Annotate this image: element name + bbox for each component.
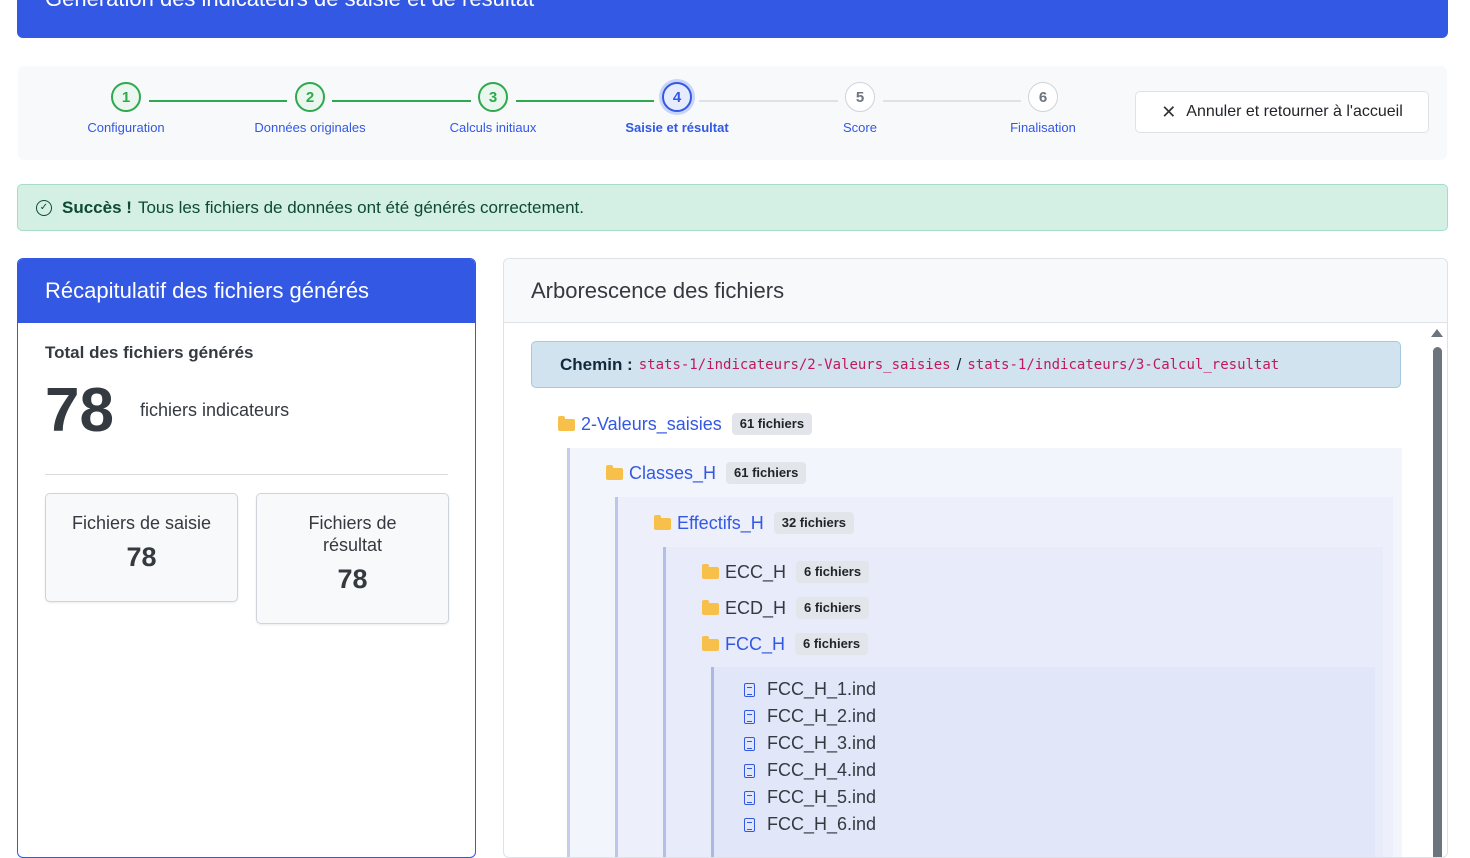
file-name: FCC_H_3.ind bbox=[767, 733, 877, 753]
step-saisie-et-resultat[interactable]: 4 Saisie et résultat bbox=[577, 82, 777, 135]
folder-name: ECC_H bbox=[725, 561, 787, 582]
file-count-badge: 32 fichiers bbox=[773, 512, 855, 534]
step-number: 1 bbox=[111, 82, 141, 112]
folder-row-classes-h[interactable]: Classes_H 61 fichiers bbox=[606, 462, 807, 484]
file-row[interactable]: FCC_H_6.ind bbox=[744, 814, 876, 835]
file-row[interactable]: FCC_H_3.ind bbox=[744, 733, 876, 754]
file-count-badge: 6 fichiers bbox=[796, 561, 870, 583]
step-number: 5 bbox=[845, 82, 875, 112]
summary-card: Récapitulatif des fichiers générés Total… bbox=[17, 258, 476, 858]
file-row[interactable]: FCC_H_1.ind bbox=[744, 679, 876, 700]
file-row[interactable]: FCC_H_2.ind bbox=[744, 706, 876, 727]
scroll-up-arrow[interactable] bbox=[1431, 329, 1443, 337]
folder-name: FCC_H bbox=[725, 633, 786, 654]
step-number: 6 bbox=[1028, 82, 1058, 112]
folder-row-valeurs-saisies[interactable]: 2-Valeurs_saisies 61 fichiers bbox=[558, 413, 813, 435]
file-icon bbox=[744, 763, 755, 778]
alert-strong: Succès ! bbox=[62, 197, 132, 217]
folder-icon bbox=[606, 465, 623, 480]
total-value: 78 bbox=[45, 376, 114, 445]
file-name: FCC_H_6.ind bbox=[767, 814, 877, 834]
path-input-dir: stats-1/indicateurs/2-Valeurs_saisies bbox=[638, 356, 951, 373]
file-count-badge: 61 fichiers bbox=[731, 413, 813, 435]
file-count-badge: 6 fichiers bbox=[796, 597, 870, 619]
result-files-card: Fichiers de résultat 78 bbox=[256, 493, 449, 624]
file-icon bbox=[744, 736, 755, 751]
step-label: Données originales bbox=[254, 120, 366, 135]
summary-title: Récapitulatif des fichiers générés bbox=[45, 278, 370, 303]
folder-icon bbox=[702, 600, 719, 615]
path-breadcrumb: Chemin : stats-1/indicateurs/2-Valeurs_s… bbox=[531, 341, 1401, 388]
input-files-value: 78 bbox=[126, 542, 157, 572]
step-donnees-originales[interactable]: 2 Données originales bbox=[210, 82, 410, 135]
folder-icon bbox=[702, 636, 719, 651]
scrollbar-thumb[interactable] bbox=[1433, 347, 1442, 857]
folder-row-fcc-h[interactable]: FCC_H 6 fichiers bbox=[702, 633, 869, 655]
step-number: 2 bbox=[295, 82, 325, 112]
file-count-badge: 6 fichiers bbox=[795, 633, 869, 655]
summary-header: Récapitulatif des fichiers générés bbox=[18, 259, 475, 323]
divider bbox=[45, 474, 448, 475]
step-finalisation: 6 Finalisation bbox=[943, 82, 1143, 135]
file-name: FCC_H_2.ind bbox=[767, 706, 877, 726]
file-name: FCC_H_4.ind bbox=[767, 760, 877, 780]
folder-row-ecd-h[interactable]: ECD_H 6 fichiers bbox=[702, 597, 870, 619]
step-number: 3 bbox=[478, 82, 508, 112]
close-icon: ✕ bbox=[1161, 101, 1177, 122]
file-tree-header: Arborescence des fichiers bbox=[504, 259, 1447, 323]
file-icon bbox=[744, 790, 755, 805]
file-name: FCC_H_5.ind bbox=[767, 787, 877, 807]
step-number: 4 bbox=[662, 82, 692, 112]
input-files-label: Fichiers de saisie bbox=[71, 513, 212, 533]
total-caption: fichiers indicateurs bbox=[140, 400, 290, 420]
result-files-value: 78 bbox=[337, 564, 368, 594]
input-files-card: Fichiers de saisie 78 bbox=[45, 493, 238, 602]
folder-row-effectifs-h[interactable]: Effectifs_H 32 fichiers bbox=[654, 512, 855, 534]
folder-row-ecc-h[interactable]: ECC_H 6 fichiers bbox=[702, 561, 870, 583]
step-configuration[interactable]: 1 Configuration bbox=[26, 82, 226, 135]
cancel-button[interactable]: ✕ Annuler et retourner à l'accueil bbox=[1135, 91, 1429, 133]
step-label: Configuration bbox=[87, 120, 165, 135]
file-icon bbox=[744, 682, 755, 697]
step-label: Score bbox=[843, 120, 877, 135]
step-label: Finalisation bbox=[1010, 120, 1076, 135]
page-title: Génération des indicateurs de saisie et … bbox=[45, 0, 534, 11]
path-label: Chemin : bbox=[560, 354, 633, 374]
file-tree-title: Arborescence des fichiers bbox=[531, 277, 785, 303]
folder-name: 2-Valeurs_saisies bbox=[581, 413, 722, 434]
total-label: Total des fichiers générés bbox=[45, 343, 254, 362]
file-icon bbox=[744, 817, 755, 832]
cancel-button-label: Annuler et retourner à l'accueil bbox=[1186, 103, 1403, 120]
path-result-dir: stats-1/indicateurs/3-Calcul_resultat bbox=[967, 356, 1280, 373]
step-score: 5 Score bbox=[760, 82, 960, 135]
file-icon bbox=[744, 709, 755, 724]
file-name: FCC_H_1.ind bbox=[767, 679, 877, 699]
step-calculs-initiaux[interactable]: 3 Calculs initiaux bbox=[393, 82, 593, 135]
folder-name: ECD_H bbox=[725, 597, 787, 618]
folder-name: Effectifs_H bbox=[677, 512, 764, 533]
result-files-label: Fichiers de résultat bbox=[308, 513, 397, 555]
check-circle-icon: ✓ bbox=[36, 199, 52, 216]
folder-icon bbox=[702, 564, 719, 579]
alert-message: Tous les fichiers de données ont été gén… bbox=[137, 197, 584, 217]
path-separator: / bbox=[956, 354, 962, 374]
file-tree-card: Arborescence des fichiers Chemin : stats… bbox=[503, 258, 1448, 858]
folder-name: Classes_H bbox=[629, 462, 717, 483]
folder-icon bbox=[558, 416, 575, 431]
success-alert: ✓ Succès ! Tous les fichiers de données … bbox=[17, 184, 1448, 231]
step-label: Calculs initiaux bbox=[449, 120, 537, 135]
wizard-stepper: 1 Configuration 2 Données originales 3 C… bbox=[18, 66, 1447, 160]
step-label: Saisie et résultat bbox=[625, 120, 729, 135]
file-count-badge: 61 fichiers bbox=[726, 462, 807, 484]
file-row[interactable]: FCC_H_5.ind bbox=[744, 787, 876, 808]
page-banner: Génération des indicateurs de saisie et … bbox=[17, 0, 1448, 38]
folder-icon bbox=[654, 515, 671, 530]
file-row[interactable]: FCC_H_4.ind bbox=[744, 760, 876, 781]
